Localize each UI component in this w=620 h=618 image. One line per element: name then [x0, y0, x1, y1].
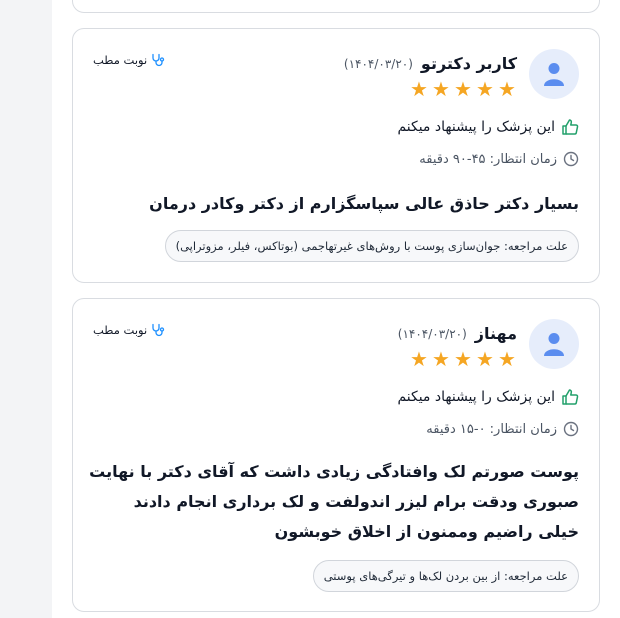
thumbs-up-icon [562, 119, 579, 135]
appointment-type-label: نوبت مطب [93, 323, 148, 337]
user-icon [544, 333, 564, 356]
reviewer-name: مهناز [474, 324, 517, 343]
review-card: کاربر دکترتو (۱۴۰۴/۰۳/۲۰) ★ ★ ★ ★ ★ نوبت… [72, 28, 600, 283]
stethoscope-icon [152, 323, 165, 337]
wait-time-row: زمان انتظار: ۴۵-۹۰ دقیقه [419, 151, 579, 167]
visit-reason-label: علت مراجعه: [503, 569, 568, 583]
wait-time-row: زمان انتظار: ۰-۱۵ دقیقه [426, 421, 579, 437]
stethoscope-icon [152, 53, 165, 67]
visit-reason-chip: علت مراجعه: از بین بردن لک‌ها و تیرگی‌ها… [312, 560, 579, 592]
star-rating: ★ ★ ★ ★ ★ [409, 79, 517, 99]
star-icon: ★ [432, 347, 450, 371]
reviewer-name: کاربر دکترتو [420, 54, 517, 73]
wait-time-text: زمان انتظار: ۴۵-۹۰ دقیقه [419, 151, 557, 167]
wait-time-text: زمان انتظار: ۰-۱۵ دقیقه [426, 421, 557, 437]
avatar [529, 49, 579, 99]
reviewer-header: مهناز (۱۴۰۴/۰۳/۲۰) [398, 324, 517, 343]
visit-reason-chip: علت مراجعه: جوان‌سازی پوست با روش‌های غی… [164, 230, 579, 262]
star-icon: ★ [454, 347, 472, 371]
appointment-type-label: نوبت مطب [93, 53, 148, 67]
star-icon: ★ [410, 347, 428, 371]
star-icon: ★ [498, 77, 516, 101]
review-comment: پوست صورتم لک وافتادگی زیادی داشت که آقا… [89, 462, 579, 541]
star-rating: ★ ★ ★ ★ ★ [409, 349, 517, 369]
review-card-previous [72, 0, 600, 13]
star-icon: ★ [454, 77, 472, 101]
visit-reason-label: علت مراجعه: [503, 239, 568, 253]
review-card: مهناز (۱۴۰۴/۰۳/۲۰) ★ ★ ★ ★ ★ نوبت مطب ای… [72, 298, 600, 612]
star-icon: ★ [476, 77, 494, 101]
recommend-text: این پزشک را پیشنهاد میکنم [397, 119, 555, 135]
thumbs-up-icon [562, 389, 579, 405]
appointment-type: نوبت مطب [93, 323, 165, 337]
appointment-type: نوبت مطب [93, 53, 165, 67]
recommend-row: این پزشک را پیشنهاد میکنم [397, 118, 579, 136]
clock-icon [563, 421, 579, 437]
avatar [529, 319, 579, 369]
reviews-panel: کاربر دکترتو (۱۴۰۴/۰۳/۲۰) ★ ★ ★ ★ ★ نوبت… [52, 0, 620, 618]
star-icon: ★ [432, 77, 450, 101]
user-icon [544, 63, 564, 86]
recommend-row: این پزشک را پیشنهاد میکنم [397, 388, 579, 406]
star-icon: ★ [498, 347, 516, 371]
star-icon: ★ [476, 347, 494, 371]
review-date: (۱۴۰۴/۰۳/۲۰) [343, 56, 413, 71]
visit-reason-text: از بین بردن لک‌ها و تیرگی‌های پوستی [323, 569, 501, 583]
reviewer-header: کاربر دکترتو (۱۴۰۴/۰۳/۲۰) [344, 54, 517, 73]
visit-reason-text: جوان‌سازی پوست با روش‌های غیرتهاجمی (بوت… [175, 239, 501, 253]
review-comment: بسیار دکتر حاذق عالی سپاسگزارم از دکتر و… [149, 194, 579, 213]
clock-icon [563, 151, 579, 167]
recommend-text: این پزشک را پیشنهاد میکنم [397, 389, 555, 405]
review-date: (۱۴۰۴/۰۳/۲۰) [397, 326, 467, 341]
star-icon: ★ [410, 77, 428, 101]
